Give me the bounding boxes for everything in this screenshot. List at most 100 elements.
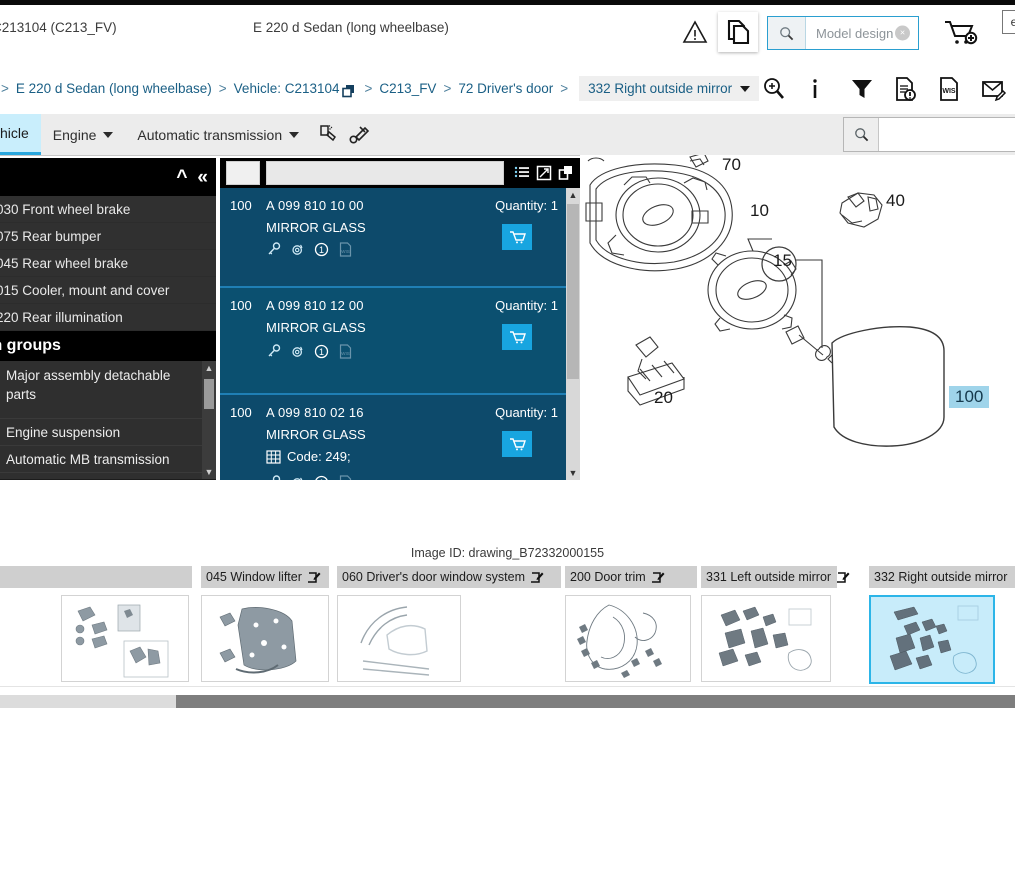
- breadcrumb-item-1[interactable]: Vehicle: C213104: [234, 81, 340, 96]
- add-to-cart-icon[interactable]: [943, 18, 979, 48]
- key-icon[interactable]: [266, 344, 281, 359]
- parts-filter-prefix-box[interactable]: [226, 161, 260, 185]
- left-nav-scrollbar[interactable]: ▲ ▼: [202, 361, 216, 479]
- mail-edit-icon[interactable]: [981, 76, 1007, 102]
- tab-engine[interactable]: Engine: [41, 114, 126, 155]
- edit-pencil-icon[interactable]: [837, 571, 850, 584]
- thumbnail-5[interactable]: 331 Left outside mirror: [701, 566, 850, 682]
- breadcrumb-item-3[interactable]: 72 Driver's door: [458, 81, 553, 96]
- thumbnail-3-image[interactable]: [337, 595, 461, 682]
- scroll-down-arrow-icon[interactable]: ▼: [202, 465, 216, 479]
- scroll-up-arrow-icon[interactable]: ▲: [566, 188, 580, 202]
- left-nav-item-2[interactable]: 045 Rear wheel brake: [0, 250, 216, 277]
- thumbnail-horizontal-scrollbar[interactable]: [0, 695, 1015, 708]
- parts-search-box[interactable]: [843, 117, 1015, 152]
- warning-triangle-icon[interactable]: [682, 19, 708, 45]
- chevron-up-icon[interactable]: ^: [176, 168, 187, 187]
- thumbnail-2-image[interactable]: [201, 595, 329, 682]
- thumbnail-5-caption[interactable]: 331 Left outside mirror: [701, 566, 850, 588]
- wis-document-icon[interactable]: WIS: [937, 76, 963, 102]
- left-nav-item-3[interactable]: 015 Cooler, mount and cover: [0, 277, 216, 304]
- part-row-icons: 1 WIS: [266, 475, 353, 480]
- zoom-in-icon[interactable]: [761, 76, 787, 102]
- filter-funnel-icon[interactable]: [849, 76, 875, 102]
- breadcrumb-item-0[interactable]: E 220 d Sedan (long wheelbase): [16, 81, 212, 96]
- thumbnail-6[interactable]: 332 Right outside mirror: [869, 566, 1015, 684]
- thumbnail-4[interactable]: 200 Door trim: [565, 566, 697, 682]
- wis-doc-icon[interactable]: WIS: [338, 344, 353, 359]
- key-icon[interactable]: [266, 242, 281, 257]
- thumbnail-2-caption[interactable]: 045 Window lifter: [201, 566, 329, 588]
- info-circle-icon[interactable]: 1: [314, 475, 329, 480]
- left-nav-item-4[interactable]: 220 Rear illumination: [0, 304, 216, 331]
- parts-diagram[interactable]: 70 10 40 15 20 100: [580, 155, 1015, 485]
- table-row[interactable]: 100 A 099 810 02 16 MIRROR GLASS Code: 2…: [220, 395, 580, 480]
- thumbnail-6-image[interactable]: [869, 595, 995, 684]
- thumbnail-3-caption[interactable]: 060 Driver's door window system: [337, 566, 561, 588]
- left-nav-group-2[interactable]: Automatic MB transmission: [0, 446, 216, 473]
- thumbnail-5-image[interactable]: [701, 595, 831, 682]
- tab-vehicle[interactable]: hicle: [0, 114, 41, 155]
- thumbnail-3[interactable]: 060 Driver's door window system: [337, 566, 561, 682]
- thumbnail-6-caption[interactable]: 332 Right outside mirror: [869, 566, 1015, 588]
- left-nav-item-0[interactable]: 030 Front wheel brake: [0, 196, 216, 223]
- engine-spin-icon[interactable]: [290, 475, 305, 480]
- model-design-search[interactable]: Model design ×: [767, 16, 919, 50]
- parts-scrollbar[interactable]: ▲ ▼: [566, 188, 580, 480]
- thumbnail-4-image[interactable]: [565, 595, 691, 682]
- tab-automatic-transmission[interactable]: Automatic transmission: [125, 114, 311, 155]
- search-icon[interactable]: [844, 118, 879, 151]
- engine-spin-icon[interactable]: [290, 344, 305, 359]
- model-search-input[interactable]: Model design ×: [806, 17, 918, 49]
- thumbnail-1[interactable]: [61, 566, 189, 682]
- scroll-up-arrow-icon[interactable]: ▲: [202, 361, 216, 375]
- add-part-to-cart-button[interactable]: [502, 431, 532, 457]
- add-part-to-cart-button[interactable]: [502, 324, 532, 350]
- copy-documents-icon[interactable]: [718, 12, 758, 52]
- thumbnail-1-caption[interactable]: [61, 566, 189, 588]
- model-search-icon[interactable]: [768, 17, 806, 49]
- edit-pencil-icon[interactable]: [307, 571, 321, 584]
- breadcrumb-item-2[interactable]: C213_FV: [379, 81, 436, 96]
- key-icon[interactable]: [266, 475, 281, 480]
- parts-filter-input[interactable]: [266, 161, 504, 185]
- edit-pencil-icon[interactable]: [651, 571, 665, 584]
- chevron-double-left-icon[interactable]: «: [197, 168, 208, 187]
- expand-icon[interactable]: [536, 165, 552, 181]
- info-icon[interactable]: [805, 76, 831, 102]
- spray-paint-icon[interactable]: [317, 123, 341, 147]
- search-input[interactable]: [879, 118, 1015, 151]
- scrollbar-thumb[interactable]: [567, 204, 579, 379]
- left-nav-group-0[interactable]: Major assembly detachable parts: [0, 361, 216, 419]
- info-circle-icon[interactable]: 1: [314, 344, 329, 359]
- scroll-down-arrow-icon[interactable]: ▼: [566, 466, 580, 480]
- table-row[interactable]: 100 A 099 810 12 00 MIRROR GLASS 1 WIS Q…: [220, 288, 580, 395]
- left-nav-item-1[interactable]: 075 Rear bumper: [0, 223, 216, 250]
- duplicate-window-icon[interactable]: [558, 165, 574, 181]
- diagram-thumbnail-strip: system: [0, 566, 1015, 686]
- list-view-icon[interactable]: [514, 165, 530, 181]
- wis-doc-icon[interactable]: WIS: [338, 475, 353, 480]
- breadcrumb-separator: >: [560, 81, 569, 96]
- engine-spin-icon[interactable]: [290, 242, 305, 257]
- edit-pencil-icon[interactable]: [531, 571, 544, 584]
- edge-window-button[interactable]: e: [1002, 10, 1015, 34]
- thumbnail-1-image[interactable]: [61, 595, 189, 682]
- table-row[interactable]: 100 A 099 810 10 00 MIRROR GLASS 1 WIS Q…: [220, 188, 580, 288]
- thumbnail-4-caption[interactable]: 200 Door trim: [565, 566, 697, 588]
- wis-doc-icon[interactable]: WIS: [338, 242, 353, 257]
- scrollbar-thumb[interactable]: [204, 379, 214, 409]
- left-nav-group-1[interactable]: Engine suspension: [0, 419, 216, 446]
- document-alert-icon[interactable]: [893, 76, 919, 102]
- thumbnail-2[interactable]: 045 Window lifter: [201, 566, 329, 682]
- left-nav-group-3[interactable]: Pedal assembly: [0, 473, 216, 479]
- breadcrumb-current-dropdown[interactable]: 332 Right outside mirror: [579, 76, 760, 101]
- left-nav-item-3-label: 015 Cooler, mount and cover: [0, 282, 170, 298]
- breadcrumb-copy-icon[interactable]: [341, 84, 356, 98]
- info-circle-icon[interactable]: 1: [314, 242, 329, 257]
- model-search-clear-icon[interactable]: ×: [895, 25, 910, 41]
- tools-wrench-icon[interactable]: [347, 123, 371, 147]
- diagram-callout-100-highlight[interactable]: 100: [949, 386, 990, 408]
- scrollbar-thumb[interactable]: [176, 695, 1015, 708]
- add-part-to-cart-button[interactable]: [502, 224, 532, 250]
